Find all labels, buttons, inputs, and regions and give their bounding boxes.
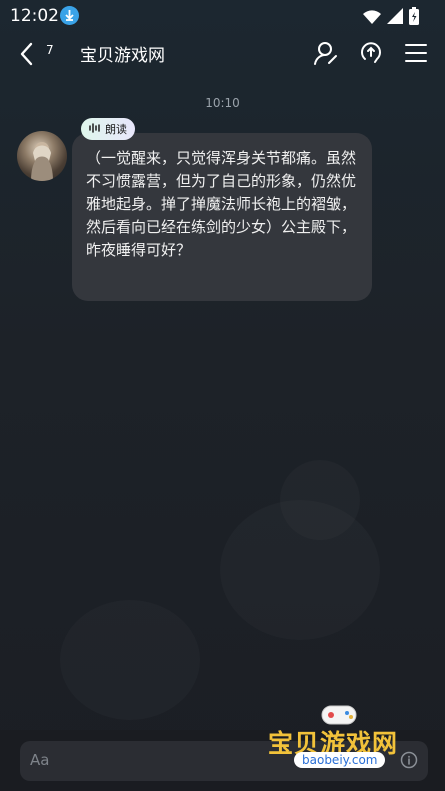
wifi-icon bbox=[363, 9, 381, 28]
battery-icon bbox=[409, 7, 419, 29]
voice-call-icon[interactable] bbox=[357, 39, 385, 67]
avatar[interactable] bbox=[17, 131, 67, 181]
chat-header: 7 宝贝游戏网 bbox=[0, 34, 445, 74]
profile-icon[interactable] bbox=[312, 39, 340, 67]
menu-icon[interactable] bbox=[402, 39, 430, 67]
page-title: 宝贝游戏网 bbox=[80, 46, 165, 66]
signal-icon bbox=[387, 8, 403, 28]
watermark-url: baobeiy.com bbox=[294, 752, 386, 768]
download-icon bbox=[60, 6, 79, 25]
background-decoration bbox=[280, 460, 360, 540]
input-placeholder: Aa bbox=[30, 751, 50, 769]
background-decoration bbox=[60, 600, 200, 720]
read-aloud-button[interactable]: 朗读 bbox=[81, 118, 135, 140]
back-button[interactable] bbox=[16, 40, 38, 68]
message-bubble[interactable]: （一觉醒来，只觉得浑身关节都痛。虽然不习惯露营，但为了自己的形象，仍然优雅地起身… bbox=[72, 133, 372, 301]
message-timestamp: 10:10 bbox=[205, 96, 240, 110]
watermark-logo: 宝贝游戏网 baobeiy.com bbox=[268, 700, 414, 778]
message-text: （一觉醒来，只觉得浑身关节都痛。虽然不习惯露营，但为了自己的形象，仍然优雅地起身… bbox=[86, 149, 357, 259]
unread-count: 7 bbox=[46, 43, 54, 57]
status-time: 12:02 bbox=[10, 6, 59, 26]
read-aloud-label: 朗读 bbox=[105, 123, 127, 136]
sound-wave-icon bbox=[89, 122, 101, 136]
status-bar: 12:02 bbox=[0, 0, 445, 32]
